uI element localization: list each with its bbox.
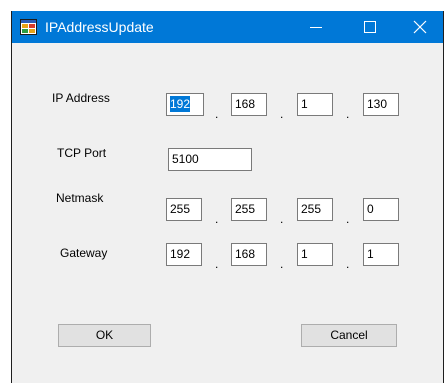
cancel-button[interactable]: Cancel [301,324,397,347]
minimize-icon [310,27,322,28]
dialog-window: IPAddressUpdate IP Address 192 . 168 . 1… [11,11,444,383]
netmask-octet-2-input[interactable]: 255 [231,198,267,221]
close-button[interactable] [397,11,443,43]
gateway-octet-1-input[interactable]: 192 [166,243,202,266]
title-bar[interactable]: IPAddressUpdate [12,11,443,43]
ip-octet-1-input[interactable]: 192 [166,93,204,116]
gateway-separator: . [280,257,284,271]
netmask-separator: . [215,212,219,226]
netmask-label: Netmask [56,191,104,205]
form-icon [20,19,37,35]
netmask-separator: . [346,212,350,226]
gateway-octet-3-input[interactable]: 1 [297,243,333,266]
tcp-port-input[interactable]: 5100 [168,148,252,171]
gateway-label: Gateway [60,246,108,260]
gateway-separator: . [215,257,219,271]
ip-address-label: IP Address [52,91,110,105]
ip-octet-1-selected-text: 192 [170,96,191,112]
maximize-icon [364,21,376,33]
close-icon [413,20,427,34]
form-body: IP Address 192 . 168 . 1 . 130 TCP Port … [12,43,443,383]
ip-octet-4-input[interactable]: 130 [363,93,399,116]
ip-octet-3-input[interactable]: 1 [297,93,333,116]
ip-separator: . [346,107,350,121]
window-title: IPAddressUpdate [45,19,154,35]
netmask-octet-4-input[interactable]: 0 [363,198,399,221]
netmask-separator: . [280,212,284,226]
maximize-button[interactable] [347,11,393,43]
netmask-octet-1-input[interactable]: 255 [166,198,202,221]
tcp-port-label: TCP Port [57,146,107,160]
ip-octet-2-input[interactable]: 168 [231,93,267,116]
netmask-octet-3-input[interactable]: 255 [297,198,333,221]
gateway-separator: . [346,257,350,271]
gateway-octet-4-input[interactable]: 1 [363,243,399,266]
gateway-octet-2-input[interactable]: 168 [231,243,267,266]
ip-separator: . [215,107,219,121]
ip-separator: . [280,107,284,121]
ok-button[interactable]: OK [58,324,151,347]
minimize-button[interactable] [293,11,339,43]
